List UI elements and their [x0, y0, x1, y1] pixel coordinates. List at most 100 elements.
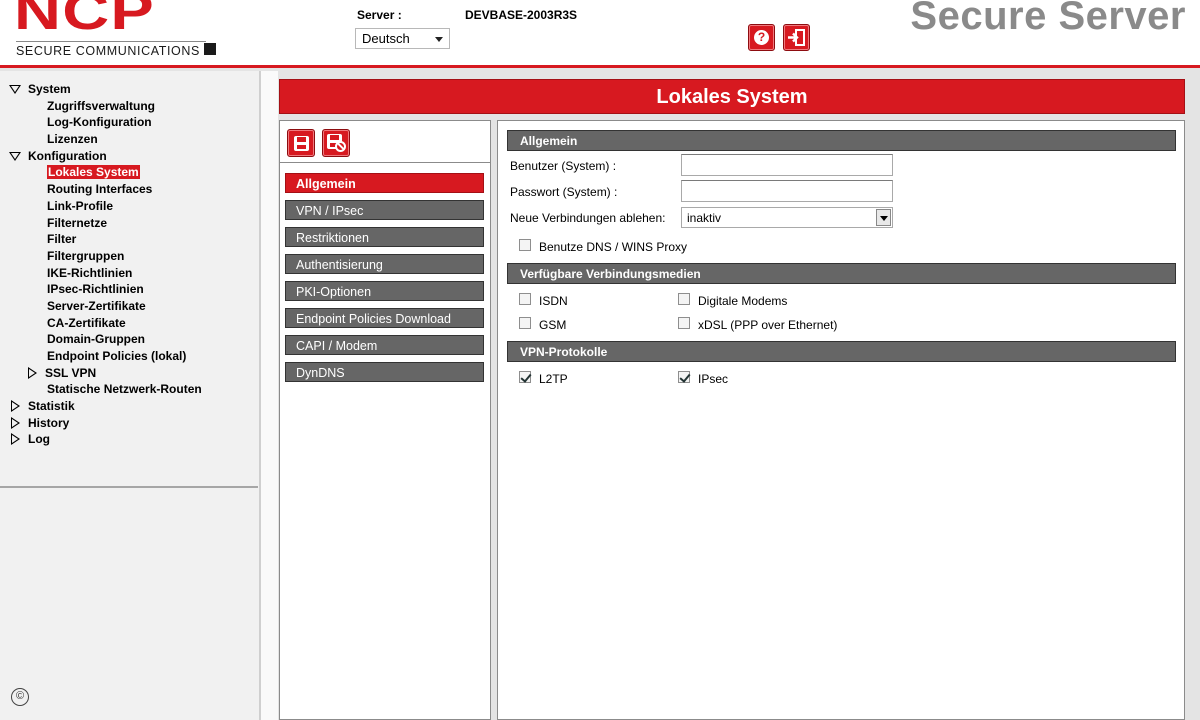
language-select[interactable]: Deutsch — [355, 28, 450, 49]
server-label: Server : — [357, 8, 402, 22]
tree-item-endpoint-policies-lokal[interactable]: Endpoint Policies (lokal) — [0, 348, 260, 365]
passwort-input[interactable] — [681, 180, 893, 202]
xdsl-label: xDSL (PPP over Ethernet) — [698, 318, 838, 332]
benutzer-input[interactable] — [681, 154, 893, 176]
subnav-vpn-ipsec[interactable]: VPN / IPsec — [285, 200, 484, 220]
navigation-tree: System Zugriffsverwaltung Log-Konfigurat… — [0, 81, 260, 448]
tree-item-filter[interactable]: Filter — [0, 231, 260, 248]
tree-item-label: Lizenzen — [47, 132, 98, 147]
tree-item-ca-zertifikate[interactable]: CA-Zertifikate — [0, 315, 260, 332]
tree-node-statistik[interactable]: Statistik — [0, 398, 260, 415]
server-value: DEVBASE-2003R3S — [465, 8, 578, 22]
tree-node-konfiguration[interactable]: Konfiguration — [0, 148, 260, 165]
ncp-logo: NCP SECURE COMMUNICATIONS — [14, 0, 220, 62]
section-vpn-protokolle-header: VPN-Protokolle — [507, 341, 1176, 362]
tree-item-label: Log-Konfiguration — [47, 115, 152, 130]
ipsec-checkbox[interactable] — [678, 371, 690, 383]
tree-item-label: Filternetze — [47, 215, 108, 230]
tree-item-statische-routen[interactable]: Statische Netzwerk-Routen — [0, 381, 260, 398]
collapsed-triangle-icon[interactable] — [11, 433, 20, 446]
subnav-endpoint-policies-download[interactable]: Endpoint Policies Download — [285, 308, 484, 328]
subnav-pki-optionen[interactable]: PKI-Optionen — [285, 281, 484, 301]
l2tp-checkbox[interactable] — [519, 371, 531, 383]
header: NCP SECURE COMMUNICATIONS Server : DEVBA… — [0, 0, 1200, 68]
tree-item-server-zertifikate[interactable]: Server-Zertifikate — [0, 298, 260, 315]
subnav-allgemein[interactable]: Allgemein — [285, 173, 484, 193]
tree-node-label: History — [28, 415, 70, 430]
collapsed-triangle-icon[interactable] — [11, 400, 20, 413]
page-title: Lokales System — [279, 79, 1185, 114]
tree-item-ike-richtlinien[interactable]: IKE-Richtlinien — [0, 265, 260, 282]
tree-item-label: CA-Zertifikate — [47, 315, 126, 330]
language-select-value: Deutsch — [362, 31, 410, 46]
logout-icon — [788, 29, 805, 46]
dns-proxy-checkbox[interactable] — [519, 239, 531, 251]
logo-square — [204, 43, 216, 55]
ipsec-label: IPsec — [698, 372, 729, 386]
tree-node-label: Konfiguration — [28, 148, 107, 163]
chevron-down-icon — [435, 37, 443, 42]
neue-verbindungen-select[interactable]: inaktiv — [681, 207, 893, 228]
subnav-authentisierung[interactable]: Authentisierung — [285, 254, 484, 274]
tree-item-lizenzen[interactable]: Lizenzen — [0, 131, 260, 148]
subnav-divider — [280, 162, 490, 163]
isdn-checkbox[interactable] — [519, 293, 531, 305]
benutzer-label: Benutzer (System) : — [510, 159, 617, 173]
tree-item-filtergruppen[interactable]: Filtergruppen — [0, 248, 260, 265]
subnav-panel: Allgemein VPN / IPsec Restriktionen Auth… — [279, 120, 491, 720]
tree-item-label: IKE-Richtlinien — [47, 265, 133, 280]
tree-item-label: Filtergruppen — [47, 248, 125, 263]
tree-item-label: IPsec-Richtlinien — [47, 282, 144, 297]
tree-item-zugriffsverwaltung[interactable]: Zugriffsverwaltung — [0, 98, 260, 115]
tree-item-filternetze[interactable]: Filternetze — [0, 215, 260, 232]
product-name: Secure Server — [910, 0, 1186, 38]
tree-node-log[interactable]: Log — [0, 431, 260, 448]
tree-node-system[interactable]: System — [0, 81, 260, 98]
neue-verbindungen-label: Neue Verbindungen ablehen: — [510, 211, 666, 225]
help-icon: ? — [754, 30, 769, 45]
tree-item-label: Statische Netzwerk-Routen — [47, 382, 202, 397]
tree-node-ssl-vpn[interactable]: SSL VPN — [0, 365, 260, 382]
section-medien-header: Verfügbare Verbindungsmedien — [507, 263, 1176, 284]
tree-item-routing-interfaces[interactable]: Routing Interfaces — [0, 181, 260, 198]
collapsed-triangle-icon[interactable] — [11, 416, 20, 429]
tree-item-link-profile[interactable]: Link-Profile — [0, 198, 260, 215]
expanded-triangle-icon[interactable] — [9, 151, 21, 161]
gsm-checkbox[interactable] — [519, 317, 531, 329]
logout-button[interactable] — [783, 24, 810, 51]
l2tp-label: L2TP — [539, 372, 568, 386]
no-entry-icon — [335, 141, 346, 152]
passwort-label: Passwort (System) : — [510, 185, 618, 199]
copyright-icon[interactable]: © — [11, 688, 29, 706]
tree-item-label: Link-Profile — [47, 198, 114, 213]
modems-label: Digitale Modems — [698, 294, 788, 308]
tree-item-label: Filter — [47, 232, 77, 247]
modems-checkbox[interactable] — [678, 293, 690, 305]
neue-verbindungen-value: inaktiv — [687, 211, 722, 225]
dns-proxy-label: Benutze DNS / WINS Proxy — [539, 240, 688, 254]
tree-item-log-konfiguration[interactable]: Log-Konfiguration — [0, 114, 260, 131]
discard-button[interactable] — [322, 129, 350, 157]
tree-item-label: Routing Interfaces — [47, 182, 153, 197]
help-button[interactable]: ? — [748, 24, 775, 51]
tree-node-label: System — [28, 82, 71, 96]
tree-item-domain-gruppen[interactable]: Domain-Gruppen — [0, 331, 260, 348]
content-panel: Allgemein Benutzer (System) : Passwort (… — [497, 120, 1185, 720]
tree-node-label: Log — [28, 432, 50, 447]
tree-item-label: Domain-Gruppen — [47, 332, 145, 347]
expanded-triangle-icon[interactable] — [9, 85, 21, 94]
tree-item-label: Server-Zertifikate — [47, 298, 146, 313]
dropdown-arrow-icon[interactable] — [876, 209, 891, 226]
save-button[interactable] — [287, 129, 315, 157]
xdsl-checkbox[interactable] — [678, 317, 690, 329]
subnav-capi-modem[interactable]: CAPI / Modem — [285, 335, 484, 355]
tree-item-label: Zugriffsverwaltung — [47, 98, 156, 113]
tree-item-lokales-system[interactable]: Lokales System — [0, 164, 260, 181]
tree-node-history[interactable]: History — [0, 415, 260, 432]
tree-item-ipsec-richtlinien[interactable]: IPsec-Richtlinien — [0, 281, 260, 298]
subnav-dyndns[interactable]: DynDNS — [285, 362, 484, 382]
collapsed-triangle-icon[interactable] — [28, 366, 37, 379]
tree-item-label: Endpoint Policies (lokal) — [47, 349, 187, 363]
sidebar-splitter[interactable] — [260, 71, 278, 720]
subnav-restriktionen[interactable]: Restriktionen — [285, 227, 484, 247]
